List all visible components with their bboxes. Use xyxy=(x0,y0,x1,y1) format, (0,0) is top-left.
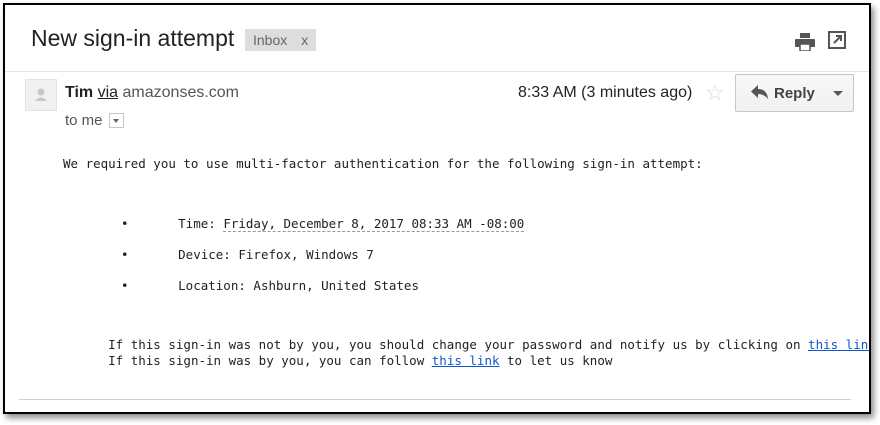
remove-label-button[interactable]: x xyxy=(301,32,308,48)
location-text: Location: Ashburn, United States xyxy=(178,278,419,293)
sender-name: Tim xyxy=(65,84,94,101)
recipient-text: to me xyxy=(65,112,103,129)
bullet: • xyxy=(121,247,129,262)
not-you-link[interactable]: this link xyxy=(808,337,869,352)
print-icon[interactable] xyxy=(795,33,815,51)
time-label: Time: xyxy=(178,216,224,231)
recipient-line: to me xyxy=(65,112,124,129)
time-value: Friday, December 8, 2017 08:33 AM -08:00 xyxy=(223,216,525,232)
popout-icon[interactable] xyxy=(828,31,846,49)
star-icon[interactable]: ☆ xyxy=(705,82,725,104)
via-link[interactable]: via xyxy=(98,84,118,101)
detail-location: • Location: Ashburn, United States xyxy=(121,263,419,308)
more-actions-button[interactable] xyxy=(823,74,854,112)
avatar-icon xyxy=(35,88,47,101)
reply-label: Reply xyxy=(774,85,815,102)
sender-line: Tim via amazonses.com xyxy=(65,84,239,102)
inbox-label-text: Inbox xyxy=(253,32,288,48)
sender-domain: amazonses.com xyxy=(122,84,240,101)
by-you-line: If this sign-in was by you, you can foll… xyxy=(63,338,612,383)
sender-avatar xyxy=(25,79,57,111)
divider xyxy=(19,399,851,400)
inbox-label-badge[interactable]: Inbox x xyxy=(245,29,317,51)
bullet: • xyxy=(121,216,129,231)
bullet: • xyxy=(121,278,129,293)
by-you-link[interactable]: this link xyxy=(432,353,500,368)
by-you-tail: to let us know xyxy=(499,353,613,368)
device-text: Device: Firefox, Windows 7 xyxy=(178,247,374,262)
reply-button[interactable]: Reply xyxy=(735,74,825,112)
email-subject: New sign-in attempt xyxy=(31,25,235,51)
subject-row: New sign-in attempt Inbox x xyxy=(5,5,869,72)
by-you-text: If this sign-in was by you, you can foll… xyxy=(108,353,432,368)
reply-arrow-icon xyxy=(751,85,768,99)
recipient-details-dropdown[interactable] xyxy=(108,112,124,128)
email-timestamp: 8:33 AM (3 minutes ago) xyxy=(518,84,693,101)
intro-text: We required you to use multi-factor auth… xyxy=(63,156,703,171)
email-view: New sign-in attempt Inbox x Tim via amazo… xyxy=(3,3,871,414)
